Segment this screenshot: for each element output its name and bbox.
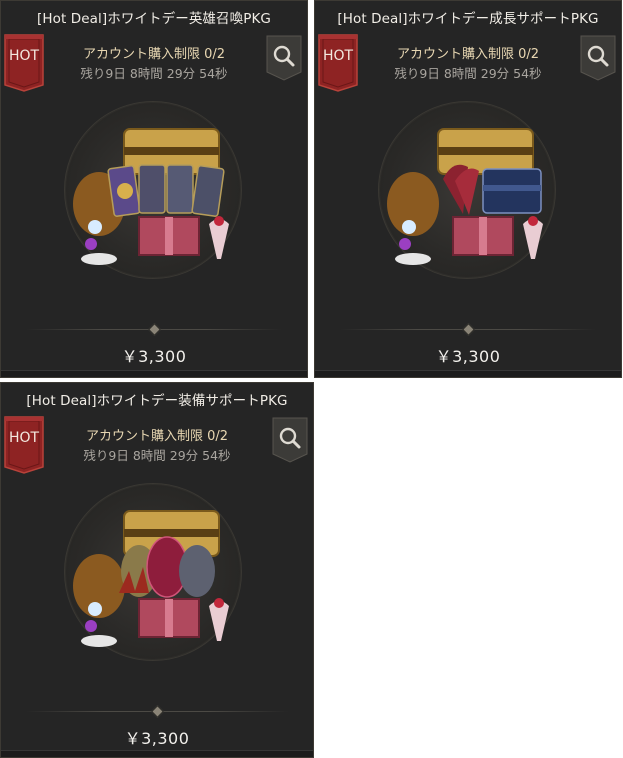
- time-remaining: 残り9日 8時間 29分 54秒: [83, 448, 231, 463]
- detail-search-button[interactable]: [272, 417, 308, 463]
- magnifier-icon: [266, 35, 302, 81]
- purchase-limit: アカウント購入制限 0/2: [82, 47, 226, 62]
- purchase-limit: アカウント購入制限 0/2: [85, 429, 229, 444]
- time-remaining: 残り9日 8時間 29分 54秒: [394, 66, 542, 81]
- package-title: [Hot Deal]ホワイトデー装備サポートPKG: [26, 393, 288, 409]
- price-button[interactable]: ￥3,300: [1, 725, 313, 749]
- package-item-illustration: [73, 510, 229, 647]
- section-divider: [26, 323, 282, 336]
- detail-search-button[interactable]: [266, 35, 302, 81]
- diamond-ornament-icon: [148, 323, 161, 336]
- package-item-illustration: [387, 128, 543, 265]
- package-card-hero[interactable]: [Hot Deal]ホワイトデー英雄召喚PKG HOT アカウント購入制限 0/…: [0, 0, 308, 378]
- section-divider: [26, 705, 288, 718]
- price-button[interactable]: ￥3,300: [315, 343, 621, 367]
- diamond-ornament-icon: [462, 323, 475, 336]
- package-title: [Hot Deal]ホワイトデー英雄召喚PKG: [36, 11, 271, 27]
- detail-search-button[interactable]: [580, 35, 616, 81]
- package-item-illustration: [73, 128, 229, 265]
- purchase-limit: アカウント購入制限 0/2: [396, 47, 540, 62]
- package-card-equipment[interactable]: [Hot Deal]ホワイトデー装備サポートPKG HOT アカウント購入制限 …: [0, 382, 314, 758]
- magnifier-icon: [580, 35, 616, 81]
- magnifier-icon: [272, 417, 308, 463]
- package-card-growth[interactable]: [Hot Deal]ホワイトデー成長サポートPKG HOT アカウント購入制限 …: [314, 0, 622, 378]
- diamond-ornament-icon: [151, 705, 164, 718]
- package-title: [Hot Deal]ホワイトデー成長サポートPKG: [337, 11, 599, 27]
- time-remaining: 残り9日 8時間 29分 54秒: [80, 66, 228, 81]
- price-button[interactable]: ￥3,300: [1, 343, 307, 367]
- section-divider: [340, 323, 596, 336]
